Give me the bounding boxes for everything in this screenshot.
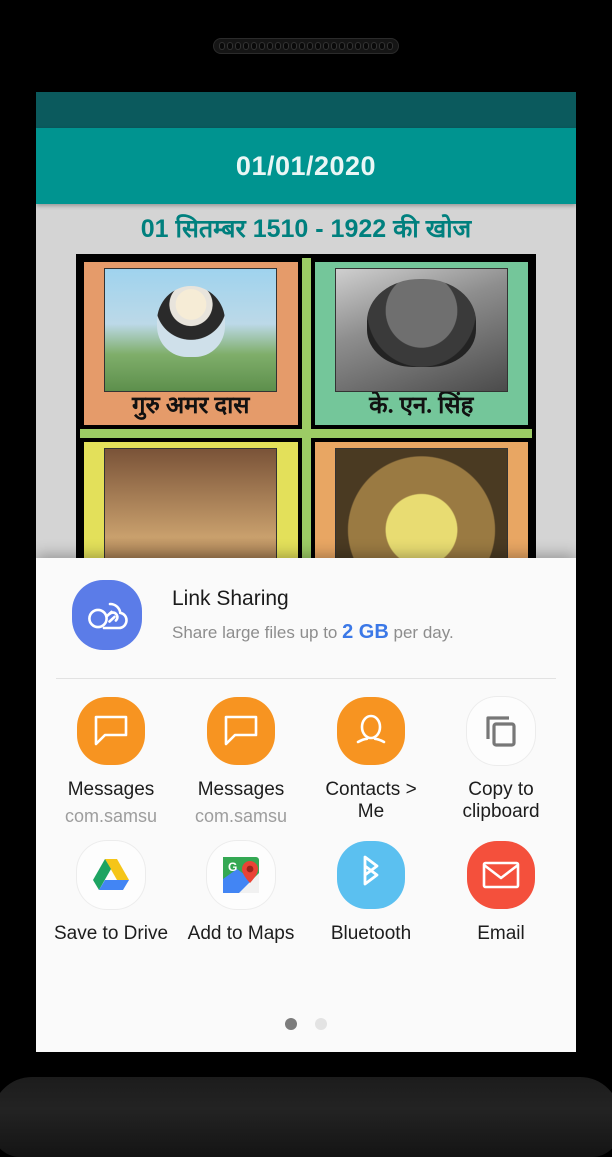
message-bubble-icon [77, 697, 145, 765]
share-target-label: Contacts > Me [325, 779, 417, 823]
share-targets-grid: Messages com.samsu Messages com.samsu Co… [36, 679, 576, 950]
subtitle-text: 01 सितम्बर 1510 - 1922 की खोज [140, 215, 472, 243]
share-target-messages-1[interactable]: Messages com.samsu [46, 697, 176, 829]
link-sub-quota: 2 GB [342, 621, 389, 644]
share-target-sublabel: com.samsu [64, 806, 158, 827]
earpiece-speaker-icon [213, 38, 399, 54]
link-sharing-subtitle: Share large files up to 2 GB per day. [172, 621, 454, 644]
google-maps-icon: G [207, 840, 275, 909]
collage-cell: के. एन. सिंह [310, 258, 532, 429]
phone-frame: 01/01/2020 01 सितम्बर 1510 - 1922 की खोज… [0, 0, 612, 1157]
share-target-save-to-drive[interactable]: Save to Drive [46, 840, 176, 950]
share-target-add-to-maps[interactable]: G Add to Maps [176, 840, 306, 950]
share-target-label: Messages [197, 779, 285, 800]
cloud-link-icon [72, 580, 142, 650]
message-bubble-icon [207, 697, 275, 765]
share-target-label: Bluetooth [330, 922, 412, 944]
svg-text:G: G [228, 860, 237, 874]
app-toolbar: 01/01/2020 [36, 128, 576, 204]
share-target-copy-clipboard[interactable]: Copy to clipboard [436, 697, 566, 829]
sheet-pagination[interactable] [36, 1018, 576, 1030]
collage-cell-label: गुरु अमर दास [131, 393, 250, 420]
link-sharing-title: Link Sharing [172, 586, 289, 610]
phone-bottom-bezel [0, 1077, 612, 1157]
pagination-dot-1[interactable] [285, 1018, 297, 1030]
share-target-messages-2[interactable]: Messages com.samsu [176, 697, 306, 829]
share-target-contacts-me[interactable]: Contacts > Me [306, 697, 436, 829]
share-sheet: Link Sharing Share large files up to 2 G… [36, 558, 576, 1052]
collage-cell-label: के. एन. सिंह [369, 393, 474, 420]
share-target-email[interactable]: Email [436, 840, 566, 950]
collage-cell: गुरु अमर दास [80, 258, 302, 429]
page-subtitle: 01 सितम्बर 1510 - 1922 की खोज [36, 204, 576, 252]
pagination-dot-2[interactable] [315, 1018, 327, 1030]
link-sub-prefix: Share large files up to [172, 623, 343, 643]
share-target-label: Email [477, 922, 525, 944]
share-target-bluetooth[interactable]: Bluetooth [306, 840, 436, 950]
contact-person-icon [337, 697, 405, 765]
share-target-label: Add to Maps [187, 922, 295, 944]
collage-portrait [104, 268, 278, 393]
envelope-icon [467, 840, 535, 909]
link-sharing-row[interactable]: Link Sharing Share large files up to 2 G… [36, 558, 576, 650]
link-sub-suffix: per day. [388, 623, 454, 643]
copy-clipboard-icon [467, 697, 535, 765]
google-drive-icon [77, 840, 145, 909]
bluetooth-icon [337, 840, 405, 909]
status-bar [36, 92, 576, 128]
share-target-label: Copy to clipboard [462, 779, 540, 823]
toolbar-date: 01/01/2020 [235, 150, 377, 181]
share-target-sublabel: com.samsu [194, 806, 288, 827]
phone-screen: 01/01/2020 01 सितम्बर 1510 - 1922 की खोज… [36, 92, 576, 1052]
share-target-label: Messages [67, 779, 155, 800]
share-target-label: Save to Drive [53, 922, 169, 944]
collage-portrait [334, 268, 508, 393]
